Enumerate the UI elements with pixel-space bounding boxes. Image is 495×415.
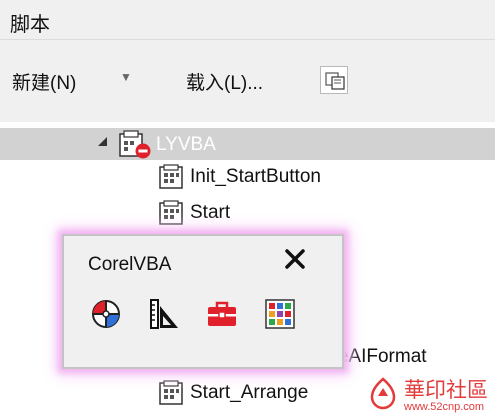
copy-module-button[interactable] <box>320 66 348 94</box>
tree-item[interactable]: Start <box>0 198 495 228</box>
close-icon <box>285 249 305 269</box>
color-grid-button[interactable] <box>260 294 300 334</box>
tree-item-label: Init_StartButton <box>190 166 321 187</box>
macro-icon <box>158 200 186 231</box>
popup-title: CorelVBA <box>88 254 172 275</box>
new-button[interactable]: 新建(N) <box>12 68 76 95</box>
watermark-logo-icon <box>370 377 396 410</box>
macro-icon <box>158 164 186 195</box>
close-button[interactable] <box>282 246 308 272</box>
panel-header: 脚本 <box>0 0 495 40</box>
ruler-triangle-icon <box>150 299 178 329</box>
toolbox-icon <box>208 301 236 326</box>
tree-item-label: Start_Arrange <box>190 382 309 403</box>
expander-icon[interactable] <box>98 137 107 146</box>
tree-parent-lyvba[interactable]: LYVBA <box>0 128 495 160</box>
ruler-tool-button[interactable] <box>144 294 184 334</box>
color-grid-icon <box>265 299 295 329</box>
watermark-title: 華印社區 <box>404 378 488 402</box>
macro-icon <box>158 380 186 411</box>
toolbox-button[interactable] <box>202 294 242 334</box>
tree-item-label: Start <box>190 202 231 223</box>
copy-module-icon <box>325 72 345 90</box>
compass-tool-button[interactable] <box>86 294 126 334</box>
toolbar: 新建(N) ▼ 载入(L)... <box>0 40 495 122</box>
load-button[interactable]: 载入(L)... <box>186 68 263 95</box>
new-dropdown-icon[interactable]: ▼ <box>120 70 132 84</box>
corelvba-popup: CorelVBA <box>62 234 344 369</box>
compass-tool-icon <box>92 300 120 328</box>
module-error-icon <box>118 130 152 165</box>
tree-item[interactable]: Init_StartButton <box>0 162 495 192</box>
panel-title: 脚本 <box>10 14 50 36</box>
watermark-url: www.52cnp.com <box>404 401 485 413</box>
tree-parent-label: LYVBA <box>156 134 216 155</box>
watermark: 華印社區 www.52cnp.com <box>360 372 495 415</box>
